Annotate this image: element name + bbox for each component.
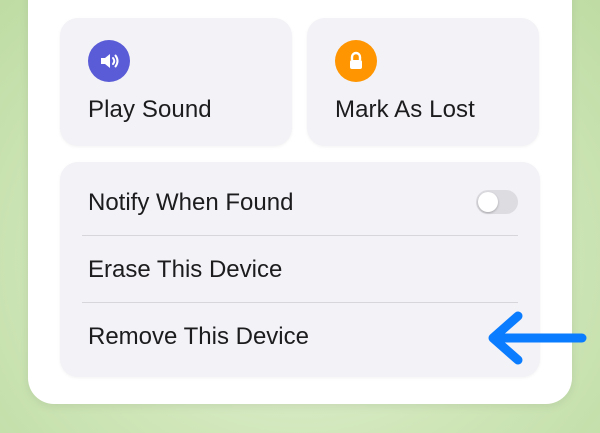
speaker-icon — [88, 40, 130, 82]
mark-as-lost-button[interactable]: Mark As Lost — [307, 18, 539, 146]
mark-as-lost-label: Mark As Lost — [335, 96, 475, 123]
divider — [82, 235, 518, 236]
remove-device-button[interactable]: Remove This Device — [88, 304, 518, 370]
notify-when-found-row: Notify When Found — [88, 170, 518, 236]
erase-device-label: Erase This Device — [88, 256, 283, 283]
play-sound-button[interactable]: Play Sound — [60, 18, 292, 146]
play-sound-label: Play Sound — [88, 96, 212, 123]
toggle-knob — [478, 192, 498, 212]
notify-when-found-toggle[interactable] — [476, 190, 518, 214]
remove-device-label: Remove This Device — [88, 323, 309, 350]
lock-icon — [335, 40, 377, 82]
device-options-group: Notify When Found Erase This Device Remo… — [60, 162, 540, 377]
erase-device-button[interactable]: Erase This Device — [88, 237, 518, 303]
notify-when-found-label: Notify When Found — [88, 189, 294, 216]
pointer-arrow-icon — [488, 311, 587, 365]
divider — [82, 302, 518, 303]
